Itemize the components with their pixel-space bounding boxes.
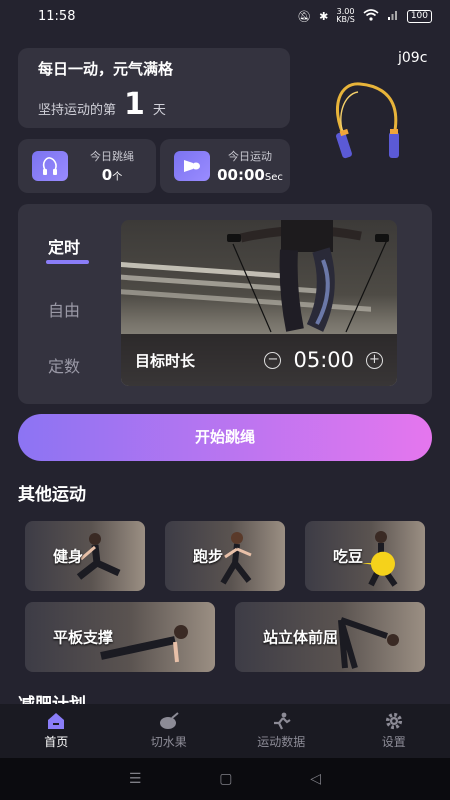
nav-label: 运动数据: [257, 735, 306, 749]
user-id: j09c: [398, 50, 428, 66]
tab-free[interactable]: 自由: [48, 297, 80, 321]
exercise-time-value: 00:00Sec: [217, 166, 283, 184]
tab-timed[interactable]: 定时: [48, 234, 80, 258]
status-icons: 🔕︎ ✱ 3.00 KB/S 100: [297, 8, 432, 24]
nav-home[interactable]: 首页: [0, 704, 113, 758]
exercise-label: 吃豆: [333, 547, 364, 566]
exercise-time-label: 今日运动: [228, 150, 272, 163]
exercise-card-running[interactable]: 跑步: [165, 521, 285, 591]
exercise-card-plank[interactable]: 平板支撑: [25, 602, 215, 672]
exercise-label: 站立体前屈: [263, 628, 339, 647]
nav-label: 首页: [44, 735, 69, 749]
nav-settings[interactable]: 设置: [338, 704, 450, 758]
battery-icon: 100: [406, 9, 432, 23]
streak-prefix: 坚持运动的第: [38, 103, 117, 118]
exercise-card-forward-bend[interactable]: 站立体前屈: [235, 602, 425, 672]
tab-count[interactable]: 定数: [48, 353, 80, 377]
rope-count-value: 0个: [101, 166, 123, 184]
exercise-card-fitness[interactable]: 健身: [25, 521, 145, 591]
nav-stats[interactable]: 运动数据: [225, 704, 338, 758]
shuttlecock-icon: [174, 151, 210, 181]
rope-count-label: 今日跳绳: [90, 150, 134, 163]
running-icon: [274, 712, 291, 730]
nav-fruit[interactable]: 切水果: [113, 704, 226, 758]
increase-duration-button[interactable]: +: [366, 351, 383, 369]
status-time: 11:58: [38, 8, 76, 24]
workout-photo: 目标时长 − 05:00 +: [121, 220, 397, 386]
target-duration-label: 目标时长: [135, 351, 196, 370]
back-icon[interactable]: ◁: [310, 771, 321, 787]
nav-label: 切水果: [150, 735, 187, 749]
exercise-label: 平板支撑: [53, 628, 114, 647]
bluetooth-icon: ✱: [319, 9, 329, 23]
start-jump-rope-button[interactable]: 开始跳绳: [18, 414, 432, 461]
bottom-navigation: 首页 切水果 运动数据 设置: [0, 704, 450, 758]
streak-line: 坚持运动的第 1 天: [38, 87, 270, 122]
exercise-label: 健身: [53, 547, 84, 566]
target-duration-bar: 目标时长 − 05:00 +: [121, 334, 397, 386]
fruit-icon: [159, 712, 179, 729]
status-bar: 11:58 🔕︎ ✱ 3.00 KB/S 100: [0, 0, 450, 32]
exercise-card-pacman[interactable]: 吃豆: [305, 521, 425, 591]
home-icon: [48, 713, 65, 729]
rope-count-card[interactable]: 今日跳绳 0个: [18, 139, 156, 193]
target-duration-value: 05:00: [293, 348, 354, 372]
jump-rope-illustration: [335, 82, 399, 159]
nav-label: 设置: [381, 735, 406, 749]
network-speed: 3.00 KB/S: [336, 7, 355, 24]
hero-title: 每日一动，元气满格: [38, 60, 174, 78]
other-sports-title: 其他运动: [18, 485, 86, 505]
exercise-time-text: 今日运动 00:00Sec: [210, 148, 290, 184]
jumping-person-illustration: [227, 220, 389, 333]
mode-panel: 定时 自由 定数 目标时长 − 05:00 +: [18, 204, 432, 404]
signal-icon: [387, 9, 399, 24]
daily-motivation-card: 每日一动，元气满格 坚持运动的第 1 天: [18, 48, 290, 128]
exercise-label: 跑步: [193, 547, 224, 566]
wifi-icon: [363, 8, 379, 24]
streak-suffix: 天: [152, 103, 166, 118]
decrease-duration-button[interactable]: −: [264, 351, 282, 369]
home-square-icon[interactable]: ▢: [219, 771, 232, 787]
menu-icon[interactable]: ☰: [129, 771, 142, 787]
weight-loss-plan-title: 减肥计划: [18, 690, 86, 704]
jump-rope-icon: [32, 151, 68, 181]
system-navigation-bar: ☰ ▢ ◁: [0, 758, 450, 800]
streak-days: 1: [124, 87, 145, 122]
gear-icon: [385, 712, 402, 730]
active-tab-indicator: [46, 260, 89, 264]
rope-count-text: 今日跳绳 0个: [68, 148, 156, 184]
exercise-time-card[interactable]: 今日运动 00:00Sec: [160, 139, 290, 193]
mute-icon: 🔕︎: [297, 9, 312, 23]
